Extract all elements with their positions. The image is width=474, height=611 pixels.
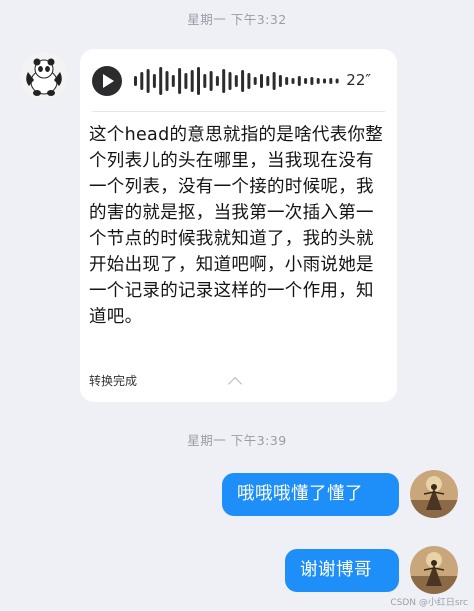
voice-message-bubble[interactable]: 22″ 这个head的意思就指的是啥代表你整个列表儿的头在哪里，当我现在没有一个… bbox=[80, 49, 397, 402]
user-avatar[interactable] bbox=[410, 470, 458, 518]
waveform-bar bbox=[190, 70, 194, 92]
waveform-bar bbox=[152, 74, 156, 88]
timestamp: 星期一 下午3:39 bbox=[187, 433, 287, 448]
landscape-figure-avatar-icon bbox=[410, 546, 458, 594]
waveform-bar bbox=[278, 75, 282, 87]
waveform-bar bbox=[329, 78, 333, 84]
waveform-bar bbox=[203, 74, 207, 88]
waveform-bar bbox=[323, 78, 326, 84]
waveform-bar bbox=[222, 69, 226, 93]
voice-transcript: 这个head的意思就指的是啥代表你整个列表儿的头在哪里，当我现在没有一个列表，没… bbox=[89, 125, 384, 327]
panda-avatar-icon bbox=[20, 52, 68, 100]
waveform-bar bbox=[171, 75, 175, 87]
waveform-bar bbox=[253, 77, 257, 85]
waveform-bar bbox=[215, 76, 219, 86]
waveform-bar bbox=[291, 78, 295, 84]
waveform-bar bbox=[159, 67, 163, 95]
waveform-bar bbox=[285, 77, 289, 85]
watermark: CSDN @小红日src bbox=[390, 598, 468, 608]
sent-message[interactable]: 哦哦哦懂了懂了 bbox=[222, 473, 399, 516]
waveform-bar bbox=[197, 67, 200, 95]
divider bbox=[92, 111, 385, 112]
waveform-bar bbox=[297, 76, 301, 86]
waveform-bar bbox=[184, 73, 188, 89]
waveform-bar bbox=[266, 76, 270, 86]
sent-message[interactable]: 谢谢博哥 bbox=[285, 549, 399, 592]
waveform-bar bbox=[140, 72, 144, 90]
transcription-status: 转换完成 bbox=[89, 374, 138, 388]
waveform-bar bbox=[335, 78, 339, 84]
voice-player[interactable]: 22″ bbox=[92, 66, 385, 96]
waveform-bar bbox=[228, 72, 232, 90]
waveform-bar bbox=[260, 74, 263, 88]
waveform-bar bbox=[146, 69, 150, 93]
chevron-up-icon[interactable] bbox=[227, 376, 243, 392]
waveform-bar bbox=[134, 76, 137, 86]
play-icon[interactable] bbox=[92, 66, 122, 96]
waveform-bar bbox=[247, 73, 251, 89]
waveform-icon bbox=[134, 67, 339, 95]
waveform-bar bbox=[272, 72, 276, 90]
waveform-bar bbox=[310, 77, 314, 85]
waveform-bar bbox=[165, 71, 169, 91]
contact-avatar[interactable] bbox=[20, 52, 68, 100]
voice-duration: 22″ bbox=[346, 71, 371, 89]
user-avatar[interactable] bbox=[410, 546, 458, 594]
waveform-bar bbox=[178, 68, 182, 94]
waveform-bar bbox=[241, 70, 245, 92]
waveform-bar bbox=[209, 71, 213, 91]
timestamp: 星期一 下午3:32 bbox=[187, 12, 287, 27]
waveform-bar bbox=[316, 78, 320, 84]
waveform-bar bbox=[234, 75, 238, 87]
waveform-bar bbox=[304, 78, 308, 84]
landscape-figure-avatar-icon bbox=[410, 470, 458, 518]
